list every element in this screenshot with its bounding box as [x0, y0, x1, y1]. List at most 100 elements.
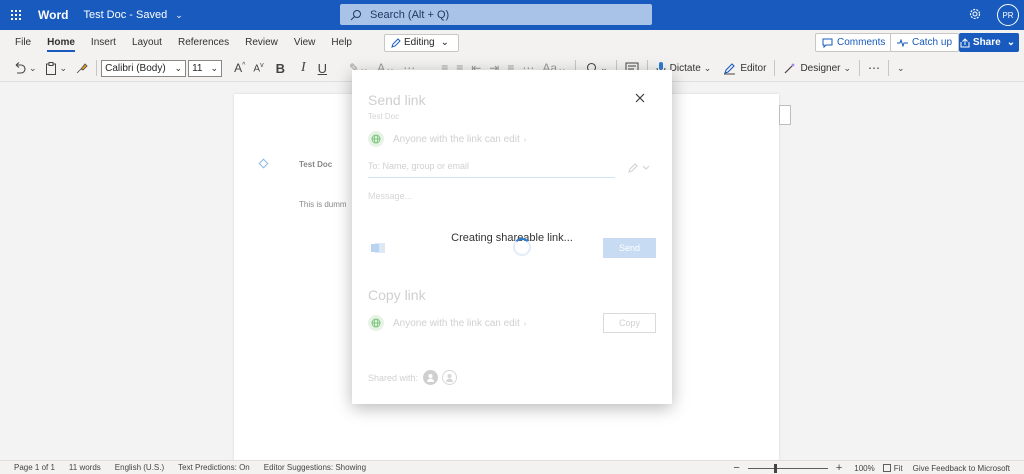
search-placeholder: Search (Alt + Q) — [370, 8, 450, 21]
chevron-down-icon: ⌄ — [440, 37, 449, 48]
text-predictions-status[interactable]: Text Predictions: On — [178, 463, 250, 472]
toolbar-divider — [774, 60, 776, 76]
chevron-down-icon: ⌄ — [843, 62, 852, 73]
pencil-icon — [391, 37, 401, 48]
tab-help[interactable]: Help — [323, 30, 360, 55]
gear-icon[interactable] — [968, 7, 982, 21]
undo-icon — [15, 62, 26, 74]
recipient-input[interactable]: To: Name, group or email — [368, 161, 615, 178]
fit-label[interactable]: Fit — [894, 464, 903, 473]
designer-label: Designer — [800, 62, 841, 74]
feedback-link[interactable]: Give Feedback to Microsoft — [913, 464, 1010, 473]
pulse-icon — [897, 38, 908, 47]
globe-icon — [368, 315, 384, 331]
message-input[interactable]: Message... — [368, 191, 412, 201]
chevron-right-icon: › — [523, 134, 527, 144]
italic-button[interactable]: I — [293, 55, 314, 82]
tab-file[interactable]: File — [7, 30, 39, 55]
tab-view[interactable]: View — [286, 30, 324, 55]
ellipsis-icon: ⋯ — [868, 61, 881, 75]
tab-layout[interactable]: Layout — [124, 30, 170, 55]
chevron-down-icon: ⌄ — [703, 62, 712, 73]
ribbon-tabs: File Home Insert Layout References Revie… — [0, 30, 1024, 55]
zoom-level[interactable]: 100% — [854, 464, 874, 473]
comments-label: Comments — [837, 37, 886, 48]
catch-up-label: Catch up — [912, 37, 953, 48]
avatar[interactable]: PR — [997, 4, 1019, 26]
comment-icon — [822, 38, 833, 48]
zoom-in-icon[interactable]: + — [836, 462, 842, 474]
brush-icon — [76, 62, 88, 73]
send-permission-text: Anyone with the link can edit — [393, 133, 520, 145]
bold-button[interactable]: B — [268, 55, 293, 82]
close-icon[interactable] — [634, 92, 646, 104]
font-size-select[interactable]: 11 ⌄ — [188, 59, 223, 77]
more-options-button[interactable]: ⋯ — [864, 55, 884, 82]
font-name-value: Calibri (Body) — [105, 62, 166, 74]
paste-button[interactable]: ⌄ — [41, 55, 72, 82]
tab-review[interactable]: Review — [237, 30, 286, 55]
underline-icon: U — [317, 60, 328, 76]
chevron-down-icon[interactable]: ⌄ — [175, 10, 183, 21]
chevron-down-icon: ⌄ — [59, 62, 68, 73]
comments-button[interactable]: Comments — [815, 33, 893, 52]
underline-button[interactable]: U — [314, 55, 331, 82]
zoom-slider-thumb[interactable] — [773, 463, 777, 473]
copy-link-title: Copy link — [368, 287, 426, 303]
send-button[interactable]: Send — [603, 238, 656, 258]
fit-icon[interactable] — [882, 464, 891, 472]
grow-font-button[interactable]: A^ — [230, 55, 249, 82]
pencil-icon[interactable] — [627, 162, 651, 174]
editing-label: Editing — [403, 37, 435, 48]
app-launcher-button[interactable] — [1, 0, 31, 30]
send-link-title: Send link — [368, 92, 426, 108]
font-size-value: 11 — [192, 62, 203, 74]
send-permission-row[interactable]: Anyone with the link can edit › — [368, 131, 526, 147]
word-count[interactable]: 11 words — [69, 463, 101, 472]
shared-user-avatar[interactable] — [423, 370, 439, 385]
tab-home[interactable]: Home — [39, 30, 83, 55]
editor-button[interactable]: Editor — [719, 55, 770, 82]
zoom-controls: − + 100% Fit Give Feedback to Microsoft — [733, 461, 1010, 474]
toolbar-divider — [888, 60, 890, 76]
title-bar: Word Test Doc - Saved ⌄ Search (Alt + Q)… — [0, 0, 1024, 30]
share-dialog: Send link Test Doc Anyone with the link … — [352, 70, 672, 404]
app-name[interactable]: Word — [38, 8, 68, 22]
share-icon — [960, 37, 970, 47]
copy-permission-row[interactable]: Anyone with the link can edit › — [368, 315, 526, 331]
share-button[interactable]: Share ⌄ — [959, 33, 1019, 52]
chevron-right-icon: › — [523, 318, 527, 328]
editing-mode-button[interactable]: Editing ⌄ — [383, 33, 459, 52]
shared-user-avatar[interactable] — [442, 370, 458, 385]
format-painter-button[interactable] — [71, 55, 92, 82]
loading-spinner-icon — [513, 238, 531, 256]
waffle-icon — [11, 10, 21, 20]
undo-button[interactable]: ⌄ — [8, 55, 41, 82]
toolbar-divider — [96, 60, 98, 76]
globe-icon — [368, 131, 384, 147]
bold-icon: B — [275, 60, 285, 76]
zoom-out-icon[interactable]: − — [733, 462, 739, 474]
tab-references[interactable]: References — [170, 30, 237, 55]
shared-with-row: Shared with: — [368, 370, 458, 385]
font-name-select[interactable]: Calibri (Body) ⌄ — [101, 59, 187, 77]
zoom-slider[interactable] — [747, 463, 828, 473]
language-status[interactable]: English (U.S.) — [115, 463, 164, 472]
share-label: Share — [972, 37, 1001, 48]
chevron-down-icon: ⌄ — [174, 62, 183, 73]
editor-suggestions-status[interactable]: Editor Suggestions: Showing — [264, 463, 366, 472]
chevron-down-icon: ⌄ — [1006, 37, 1016, 48]
chevron-down-icon: ⌄ — [897, 62, 905, 73]
document-title[interactable]: Test Doc - Saved — [83, 9, 167, 21]
ribbon-collapse-button[interactable]: ⌄ — [893, 55, 909, 82]
person-icon — [427, 374, 435, 382]
shrink-font-icon: Av — [253, 61, 264, 75]
catch-up-button[interactable]: Catch up — [890, 33, 960, 52]
tab-insert[interactable]: Insert — [83, 30, 124, 55]
page-count[interactable]: Page 1 of 1 — [14, 463, 55, 472]
shrink-font-button[interactable]: Av — [249, 55, 267, 82]
search-box[interactable]: Search (Alt + Q) — [340, 4, 652, 25]
designer-button[interactable]: Designer ⌄ — [779, 55, 855, 82]
status-bar: Page 1 of 1 11 words English (U.S.) Text… — [0, 460, 1024, 474]
copy-button[interactable]: Copy — [603, 313, 656, 333]
